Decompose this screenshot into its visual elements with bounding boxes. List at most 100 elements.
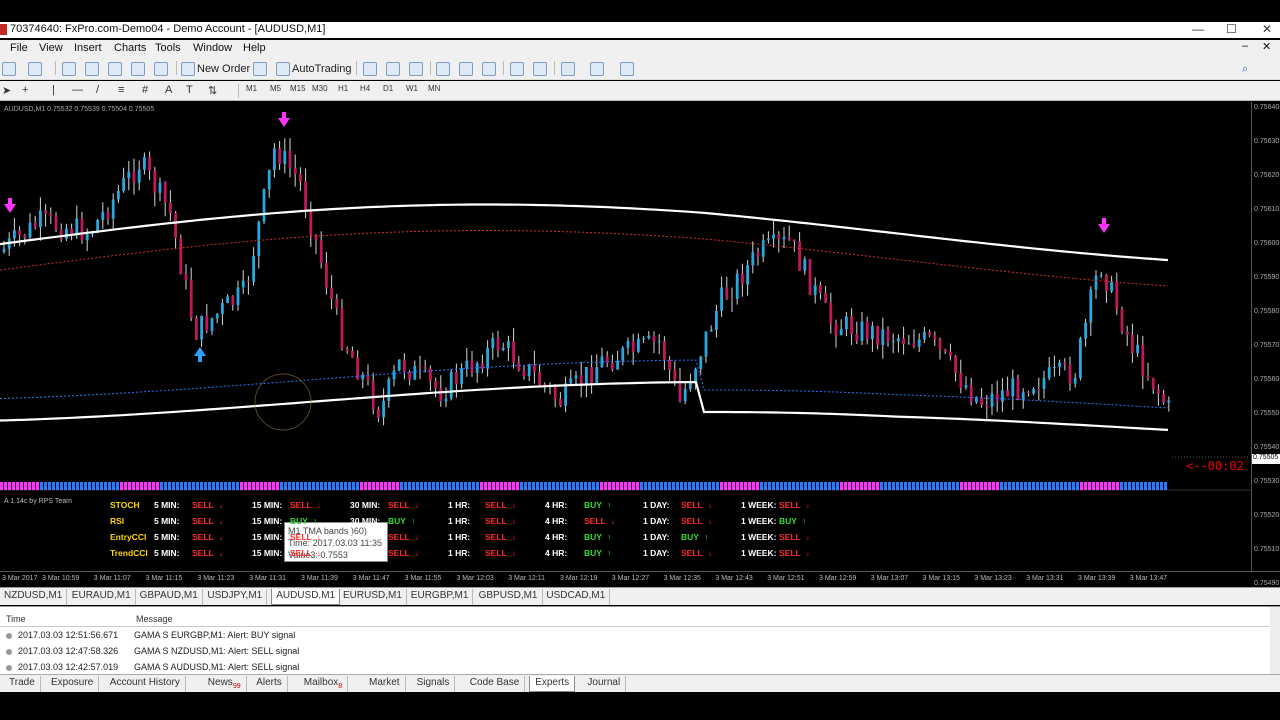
menu-view[interactable]: View (39, 42, 63, 54)
tile-windows-button[interactable] (482, 61, 496, 77)
autotrading-button[interactable]: AutoTrading (276, 61, 352, 77)
chart-tab[interactable]: EURAUD,M1 (68, 589, 136, 605)
trendline-icon[interactable]: / (96, 84, 99, 96)
candle-body (715, 310, 718, 330)
vertical-line-icon[interactable]: | (52, 84, 55, 96)
tf-mn[interactable]: MN (428, 84, 440, 93)
arrows-icon[interactable]: ⇅ (208, 84, 217, 97)
child-close-icon[interactable]: ✕ (1262, 40, 1271, 53)
terminal-scrollbar[interactable] (1270, 607, 1280, 677)
chart-tab[interactable]: GBPUSD,M1 (475, 589, 543, 605)
terminal-tab[interactable]: Experts (529, 676, 576, 692)
candle-body (137, 169, 141, 183)
chart-tab[interactable]: USDJPY,M1 (203, 589, 268, 605)
terminal-tab[interactable]: Mailbox8 (299, 676, 349, 692)
histogram-bar (168, 482, 171, 490)
indicators-button[interactable] (561, 61, 575, 77)
histogram-bar (756, 482, 759, 490)
channel-icon[interactable]: ≡ (118, 84, 124, 96)
tf-d1[interactable]: D1 (383, 84, 393, 93)
menu-window[interactable]: Window (193, 42, 232, 54)
terminal-row[interactable]: 2017.03.03 12:51:56.671 GAMA S EURGBP,M1… (0, 628, 1270, 644)
histogram-bar (484, 482, 487, 490)
market-watch-button[interactable] (62, 61, 76, 77)
search-button[interactable]: ⌕ (1242, 61, 1248, 77)
time-label: 3 Mar 11:55 (404, 575, 442, 582)
histogram-bar (288, 482, 291, 490)
terminal-tab[interactable]: News99 (203, 676, 247, 692)
menu-tools[interactable]: Tools (155, 42, 181, 54)
chart-tab[interactable]: EURGBP,M1 (407, 589, 474, 605)
close-icon[interactable]: ✕ (1262, 22, 1272, 36)
tf-m15[interactable]: M15 (290, 84, 306, 93)
candle-body (39, 210, 42, 228)
new-chart-button[interactable] (2, 61, 16, 77)
crosshair-icon[interactable]: + (22, 84, 28, 96)
histogram-bar (1048, 482, 1051, 490)
candle-body (226, 296, 229, 304)
maximize-icon[interactable]: ☐ (1226, 22, 1237, 36)
navigator-button[interactable] (108, 61, 122, 77)
terminal-row[interactable]: 2017.03.03 12:47:58.326 GAMA S NZDUSD,M1… (0, 644, 1270, 660)
terminal-tab[interactable]: Signals (412, 676, 456, 692)
terminal-tab[interactable]: Alerts (251, 676, 288, 692)
meta-editor-button[interactable] (253, 61, 267, 77)
tf-m30[interactable]: M30 (312, 84, 328, 93)
strategy-tester-button[interactable] (154, 61, 168, 77)
horizontal-line-icon[interactable]: — (72, 84, 83, 96)
terminal-tab[interactable]: Journal (582, 676, 627, 692)
templates-button[interactable] (620, 61, 634, 77)
signal-period: 1 DAY: (643, 548, 670, 558)
candle-body (221, 303, 224, 314)
bar-chart-button[interactable] (363, 61, 377, 77)
terminal-button[interactable] (131, 61, 145, 77)
data-window-button[interactable] (85, 61, 99, 77)
log-time: 2017.03.03 12:47:58.326 (18, 646, 119, 656)
chart-tab[interactable]: EURUSD,M1 (339, 589, 407, 605)
candlestick-button[interactable] (386, 61, 400, 77)
text-icon[interactable]: A (165, 84, 172, 96)
candle-body (1125, 331, 1129, 335)
menu-help[interactable]: Help (243, 42, 266, 54)
tile-windows-icon (482, 62, 496, 76)
terminal-tab[interactable]: Trade (4, 676, 41, 692)
chart-tab[interactable]: AUDUSD,M1 (271, 589, 341, 605)
price-chart[interactable]: AUDUSD,M1 0.75532 0.75539 0.75504 0.7550… (0, 102, 1280, 587)
terminal-tab[interactable]: Market (364, 676, 406, 692)
minimize-icon[interactable]: — (1192, 22, 1204, 36)
chart-tab[interactable]: GBPAUD,M1 (136, 589, 203, 605)
tf-h1[interactable]: H1 (338, 84, 348, 93)
col-time[interactable]: Time (6, 614, 26, 624)
child-minimize-icon[interactable]: – (1242, 40, 1248, 52)
tf-w1[interactable]: W1 (406, 84, 418, 93)
histogram-bar (60, 482, 63, 490)
profiles-button[interactable] (28, 61, 42, 77)
candle-body (33, 222, 37, 228)
col-message[interactable]: Message (136, 614, 173, 624)
tf-m5[interactable]: M5 (270, 84, 281, 93)
new-order-button[interactable]: New Order (181, 61, 250, 77)
candle-body (616, 360, 619, 370)
text-label-icon[interactable]: T (186, 84, 193, 96)
line-chart-button[interactable] (409, 61, 423, 77)
auto-scroll-button[interactable] (510, 61, 524, 77)
periods-button[interactable] (590, 61, 604, 77)
tf-m1[interactable]: M1 (246, 84, 257, 93)
menu-insert[interactable]: Insert (74, 42, 102, 54)
menu-charts[interactable]: Charts (114, 42, 146, 54)
menu-file[interactable]: File (10, 42, 28, 54)
zoom-in-button[interactable] (436, 61, 450, 77)
histogram-bar (480, 482, 483, 490)
histogram-bar (460, 482, 463, 490)
terminal-tab[interactable]: Exposure (46, 676, 100, 692)
candle-body (486, 348, 489, 369)
chart-tab[interactable]: NZDUSD,M1 (0, 589, 68, 605)
chart-shift-button[interactable] (533, 61, 547, 77)
terminal-tab[interactable]: Code Base (465, 676, 526, 692)
terminal-tab[interactable]: Account History (105, 676, 186, 692)
tf-h4[interactable]: H4 (360, 84, 370, 93)
zoom-out-button[interactable] (459, 61, 473, 77)
fibonacci-icon[interactable]: # (142, 84, 148, 96)
chart-tab[interactable]: USDCAD,M1 (542, 589, 611, 605)
cursor-icon[interactable]: ➤ (2, 84, 11, 97)
